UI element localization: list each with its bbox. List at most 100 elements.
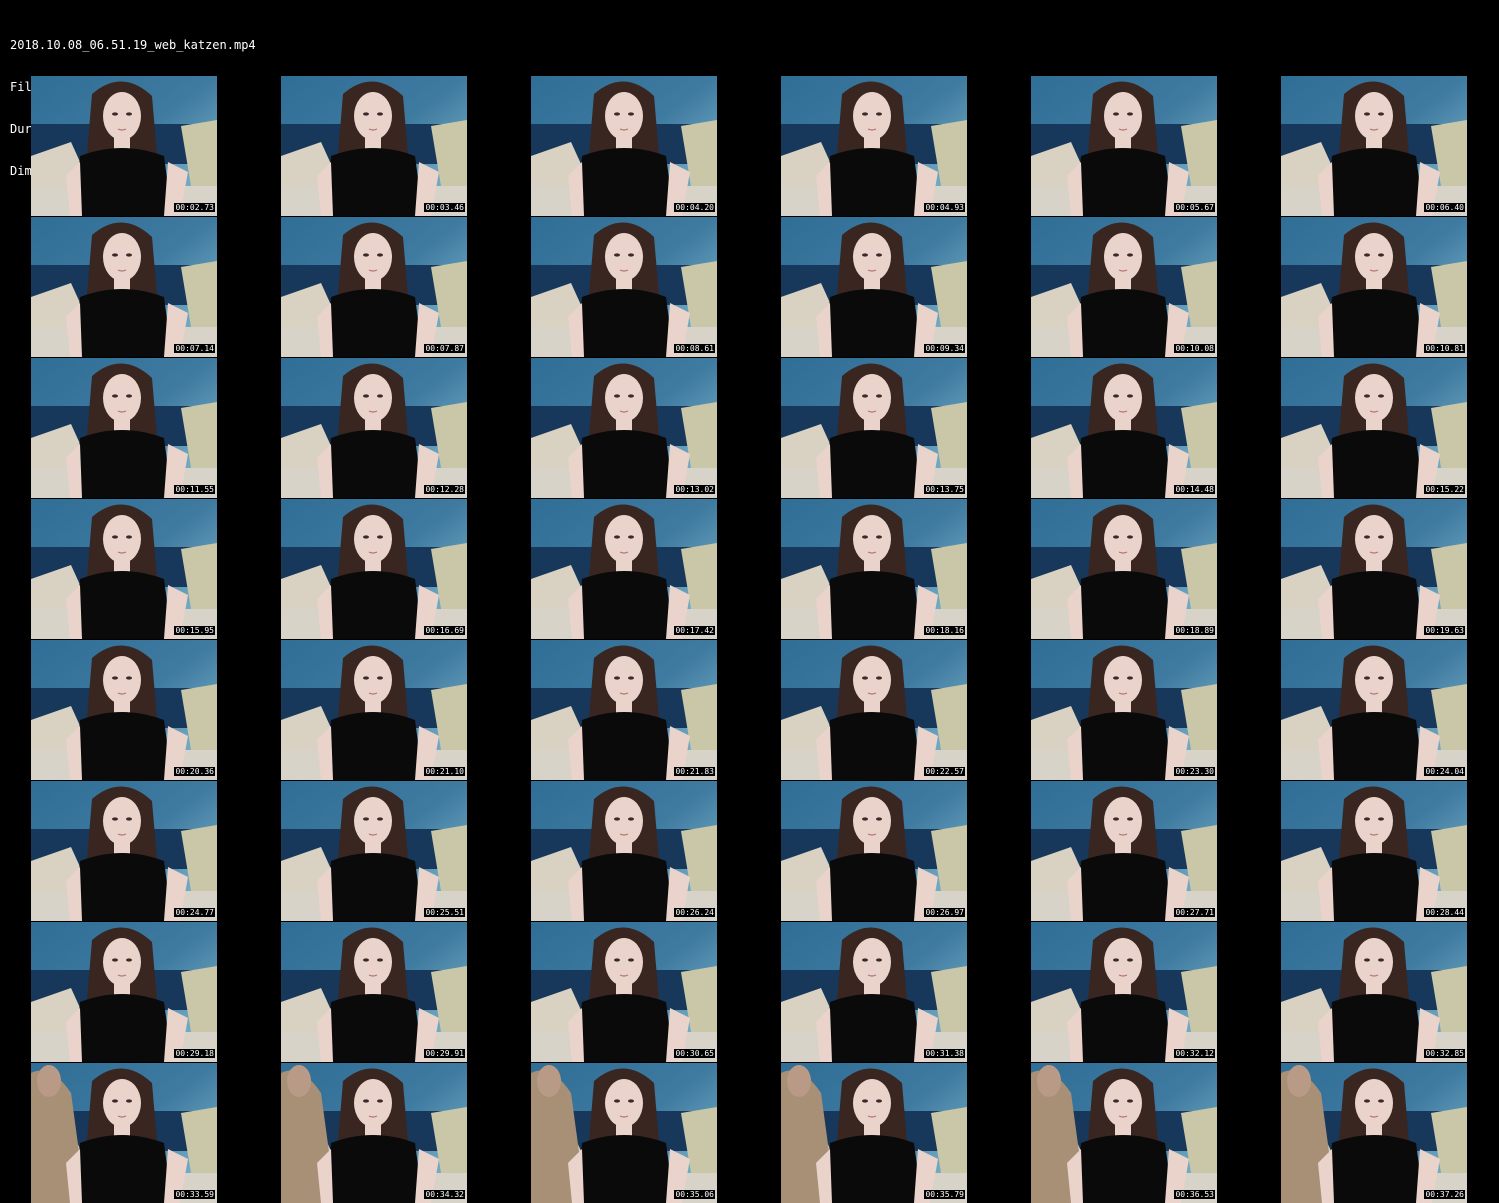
frame-image (31, 76, 217, 216)
frame-timestamp: 00:35.06 (674, 1190, 715, 1199)
video-frame-thumbnail: 00:37.26 (1281, 1063, 1467, 1203)
frame-image (281, 217, 467, 357)
frame-image (1281, 781, 1467, 921)
frame-image (1031, 922, 1217, 1062)
frame-image (531, 640, 717, 780)
frame-timestamp: 00:25.51 (424, 908, 465, 917)
frame-image (531, 217, 717, 357)
frame-image (281, 499, 467, 639)
frame-timestamp: 00:12.28 (424, 485, 465, 494)
frame-timestamp: 00:32.12 (1174, 1049, 1215, 1058)
video-frame-thumbnail: 00:21.10 (281, 640, 467, 780)
frame-timestamp: 00:14.48 (1174, 485, 1215, 494)
video-frame-thumbnail: 00:20.36 (31, 640, 217, 780)
frame-image (1281, 640, 1467, 780)
video-frame-thumbnail: 00:19.63 (1281, 499, 1467, 639)
video-frame-thumbnail: 00:29.91 (281, 922, 467, 1062)
frame-timestamp: 00:32.85 (1424, 1049, 1465, 1058)
frame-timestamp: 00:04.93 (924, 203, 965, 212)
frame-timestamp: 00:19.63 (1424, 626, 1465, 635)
frame-timestamp: 00:18.16 (924, 626, 965, 635)
video-frame-thumbnail: 00:08.61 (531, 217, 717, 357)
frame-timestamp: 00:28.44 (1424, 908, 1465, 917)
video-frame-thumbnail: 00:26.24 (531, 781, 717, 921)
video-frame-thumbnail: 00:07.14 (31, 217, 217, 357)
frame-image (781, 217, 967, 357)
video-frame-thumbnail: 00:04.93 (781, 76, 967, 216)
video-frame-thumbnail: 00:13.75 (781, 358, 967, 498)
frame-image (31, 217, 217, 357)
frame-image (781, 922, 967, 1062)
frame-timestamp: 00:03.46 (424, 203, 465, 212)
video-frame-thumbnail: 00:10.81 (1281, 217, 1467, 357)
video-frame-thumbnail: 00:12.28 (281, 358, 467, 498)
frame-image (531, 499, 717, 639)
frame-image (281, 922, 467, 1062)
frame-image (1281, 217, 1467, 357)
frame-image (1281, 922, 1467, 1062)
frame-image (1031, 640, 1217, 780)
frame-timestamp: 00:13.02 (674, 485, 715, 494)
frame-image (1031, 781, 1217, 921)
frame-image (1281, 499, 1467, 639)
video-frame-thumbnail: 00:09.34 (781, 217, 967, 357)
video-frame-thumbnail: 00:31.38 (781, 922, 967, 1062)
frame-timestamp: 00:17.42 (674, 626, 715, 635)
frame-timestamp: 00:26.24 (674, 908, 715, 917)
frame-timestamp: 00:36.53 (1174, 1190, 1215, 1199)
frame-image (1031, 499, 1217, 639)
frame-image (1031, 358, 1217, 498)
video-frame-thumbnail: 00:24.77 (31, 781, 217, 921)
frame-timestamp: 00:34.32 (424, 1190, 465, 1199)
frame-image (1031, 76, 1217, 216)
video-frame-thumbnail: 00:05.67 (1031, 76, 1217, 216)
frame-timestamp: 00:15.95 (174, 626, 215, 635)
video-frame-thumbnail: 00:11.55 (31, 358, 217, 498)
frame-timestamp: 00:26.97 (924, 908, 965, 917)
video-frame-thumbnail: 00:21.83 (531, 640, 717, 780)
video-frame-thumbnail: 00:23.30 (1031, 640, 1217, 780)
video-frame-thumbnail: 00:16.69 (281, 499, 467, 639)
frame-image (531, 922, 717, 1062)
frame-image (781, 499, 967, 639)
frame-timestamp: 00:08.61 (674, 344, 715, 353)
frame-image (281, 1063, 467, 1203)
frame-image (531, 781, 717, 921)
video-frame-thumbnail: 00:32.85 (1281, 922, 1467, 1062)
frame-timestamp: 00:10.08 (1174, 344, 1215, 353)
frame-image (1031, 1063, 1217, 1203)
frame-image (781, 1063, 967, 1203)
frame-timestamp: 00:29.18 (174, 1049, 215, 1058)
frame-image (781, 640, 967, 780)
frame-timestamp: 00:07.87 (424, 344, 465, 353)
frame-image (781, 781, 967, 921)
video-frame-thumbnail: 00:18.16 (781, 499, 967, 639)
video-frame-thumbnail: 00:35.79 (781, 1063, 967, 1203)
frame-image (31, 1063, 217, 1203)
video-frame-thumbnail: 00:34.32 (281, 1063, 467, 1203)
frame-timestamp: 00:05.67 (1174, 203, 1215, 212)
frame-image (31, 640, 217, 780)
frame-timestamp: 00:09.34 (924, 344, 965, 353)
frame-image (281, 358, 467, 498)
frame-timestamp: 00:37.26 (1424, 1190, 1465, 1199)
frame-timestamp: 00:35.79 (924, 1190, 965, 1199)
frame-timestamp: 00:10.81 (1424, 344, 1465, 353)
frame-timestamp: 00:11.55 (174, 485, 215, 494)
frame-timestamp: 00:21.10 (424, 767, 465, 776)
frame-timestamp: 00:02.73 (174, 203, 215, 212)
frame-timestamp: 00:24.77 (174, 908, 215, 917)
frame-timestamp: 00:20.36 (174, 767, 215, 776)
frame-image (281, 781, 467, 921)
video-frame-thumbnail: 00:04.20 (531, 76, 717, 216)
frame-image (781, 358, 967, 498)
video-frame-thumbnail: 00:36.53 (1031, 1063, 1217, 1203)
frame-image (31, 781, 217, 921)
frame-image (31, 358, 217, 498)
video-frame-thumbnail: 00:32.12 (1031, 922, 1217, 1062)
video-frame-thumbnail: 00:29.18 (31, 922, 217, 1062)
video-frame-thumbnail: 00:33.59 (31, 1063, 217, 1203)
video-frame-thumbnail: 00:35.06 (531, 1063, 717, 1203)
frame-timestamp: 00:31.38 (924, 1049, 965, 1058)
frame-image (531, 76, 717, 216)
